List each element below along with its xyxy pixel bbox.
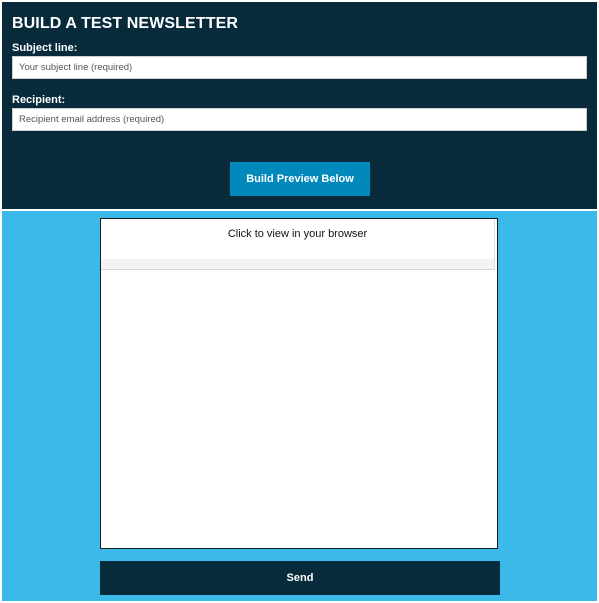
recipient-email-input[interactable] bbox=[12, 108, 587, 131]
recipient-label: Recipient: bbox=[12, 94, 66, 106]
preview-header: Click to view in your browser bbox=[101, 219, 495, 270]
subject-line-label: Subject line: bbox=[12, 42, 78, 54]
send-button[interactable]: Send bbox=[100, 561, 500, 595]
newsletter-preview-frame[interactable]: Click to view in your browser bbox=[100, 218, 498, 549]
newsletter-builder-panel: BUILD A TEST NEWSLETTER Subject line: Re… bbox=[2, 2, 597, 209]
view-in-browser-link[interactable]: Click to view in your browser bbox=[101, 228, 494, 240]
page-title: BUILD A TEST NEWSLETTER bbox=[12, 15, 238, 32]
subject-line-input[interactable] bbox=[12, 56, 587, 79]
build-preview-button[interactable]: Build Preview Below bbox=[230, 162, 370, 196]
preview-panel: Click to view in your browser Send bbox=[2, 211, 597, 601]
